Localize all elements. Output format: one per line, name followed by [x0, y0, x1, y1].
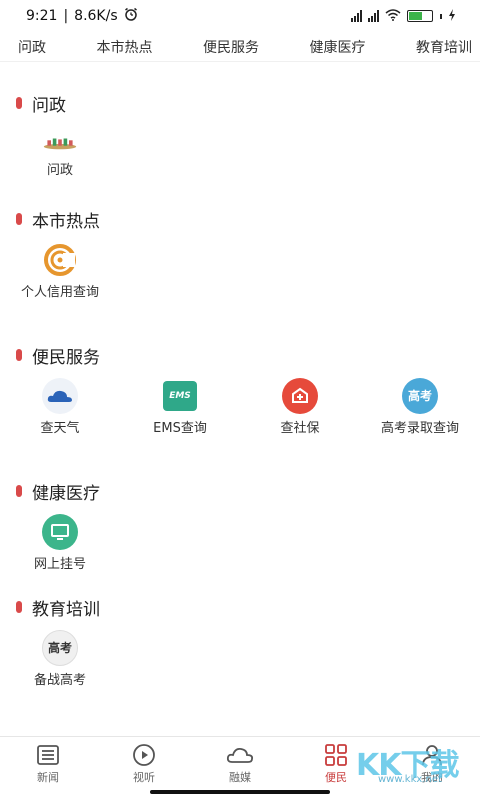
ems-icon: EMS — [163, 381, 197, 411]
section-marker — [16, 485, 22, 497]
status-right — [351, 8, 456, 24]
service-item-weather[interactable]: 查天气 — [4, 378, 116, 438]
ems-icon-text: EMS — [169, 391, 191, 401]
tab-convenience[interactable]: 便民服务 — [203, 37, 259, 57]
status-divider: | — [63, 8, 69, 24]
nav-label: 便民 — [325, 771, 347, 784]
wifi-icon — [385, 8, 401, 24]
exam-prep-icon-text: 高考 — [47, 641, 72, 655]
watermark-url: www.kkx.net — [378, 774, 442, 785]
nav-label: 新闻 — [37, 771, 59, 784]
section-marker — [16, 349, 22, 361]
service-item-wenzheng[interactable]: 问政 — [4, 128, 116, 180]
credit-check-icon — [42, 242, 78, 278]
item-label: 高考录取查询 — [380, 421, 459, 436]
gaokao-icon: 高考 — [402, 378, 438, 414]
section-title: 健康医疗 — [32, 483, 100, 504]
section-title: 本市热点 — [32, 211, 100, 232]
section-title: 教育培训 — [32, 599, 100, 620]
service-item-credit[interactable]: 个人信用查询 — [4, 242, 116, 302]
exam-prep-icon: 高考 — [42, 630, 78, 666]
section-header: 本市热点 — [16, 208, 100, 232]
signal-icon — [351, 10, 362, 22]
item-label: EMS查询 — [153, 421, 207, 436]
item-label: 个人信用查询 — [20, 285, 99, 300]
cloud-icon — [226, 743, 254, 767]
section-header: 健康医疗 — [16, 480, 100, 504]
section-title: 问政 — [32, 95, 66, 116]
weather-cloud-icon — [42, 378, 78, 414]
section-header: 问政 — [16, 92, 66, 116]
battery-tip — [440, 13, 442, 19]
nav-news[interactable]: 新闻 — [0, 737, 96, 800]
tab-health[interactable]: 健康医疗 — [310, 37, 366, 57]
government-icon — [42, 128, 78, 158]
category-tabs: 问政 本市热点 便民服务 健康医疗 教育培训 — [0, 32, 480, 62]
battery-fill — [409, 12, 423, 20]
section-header: 教育培训 — [16, 596, 100, 620]
item-label: 问政 — [46, 163, 73, 178]
gaokao-icon-text: 高考 — [407, 389, 432, 403]
section-marker — [16, 213, 22, 225]
grid-icon — [324, 743, 348, 767]
list-icon — [36, 743, 60, 767]
service-item-registration[interactable]: 网上挂号 — [4, 514, 116, 574]
play-icon — [132, 743, 156, 767]
service-item-gaokao[interactable]: 高考 高考录取查询 — [364, 378, 476, 438]
status-time: 9:21 — [26, 8, 58, 24]
social-security-icon — [282, 378, 318, 414]
item-label: 查天气 — [40, 421, 80, 436]
item-label: 网上挂号 — [33, 557, 86, 572]
tab-education[interactable]: 教育培训 — [416, 37, 472, 57]
service-item-social-security[interactable]: 查社保 — [244, 378, 356, 438]
section-marker — [16, 601, 22, 613]
status-speed: 8.6K/s — [74, 8, 118, 24]
section-header: 便民服务 — [16, 344, 100, 368]
section-marker — [16, 97, 22, 109]
status-bar: 9:21 | 8.6K/s — [0, 0, 480, 32]
tab-city-hotspot[interactable]: 本市热点 — [97, 37, 153, 57]
battery-icon — [407, 10, 433, 22]
item-label: 备战高考 — [33, 673, 86, 688]
service-item-ems[interactable]: EMS EMS查询 — [124, 378, 236, 438]
nav-label: 融媒 — [229, 771, 251, 784]
service-item-exam-prep[interactable]: 高考 备战高考 — [4, 630, 116, 690]
signal-2-icon — [368, 10, 379, 22]
watermark: KK下载 www.kkx.net — [356, 740, 474, 788]
home-indicator[interactable] — [150, 790, 330, 794]
tab-wenzheng[interactable]: 问政 — [18, 37, 46, 57]
alarm-icon — [124, 7, 138, 25]
nav-label: 视听 — [133, 771, 155, 784]
section-title: 便民服务 — [32, 347, 100, 368]
item-label: 查社保 — [280, 421, 320, 436]
status-left: 9:21 | 8.6K/s — [26, 7, 138, 25]
charging-icon — [448, 8, 456, 24]
monitor-icon — [42, 514, 78, 550]
